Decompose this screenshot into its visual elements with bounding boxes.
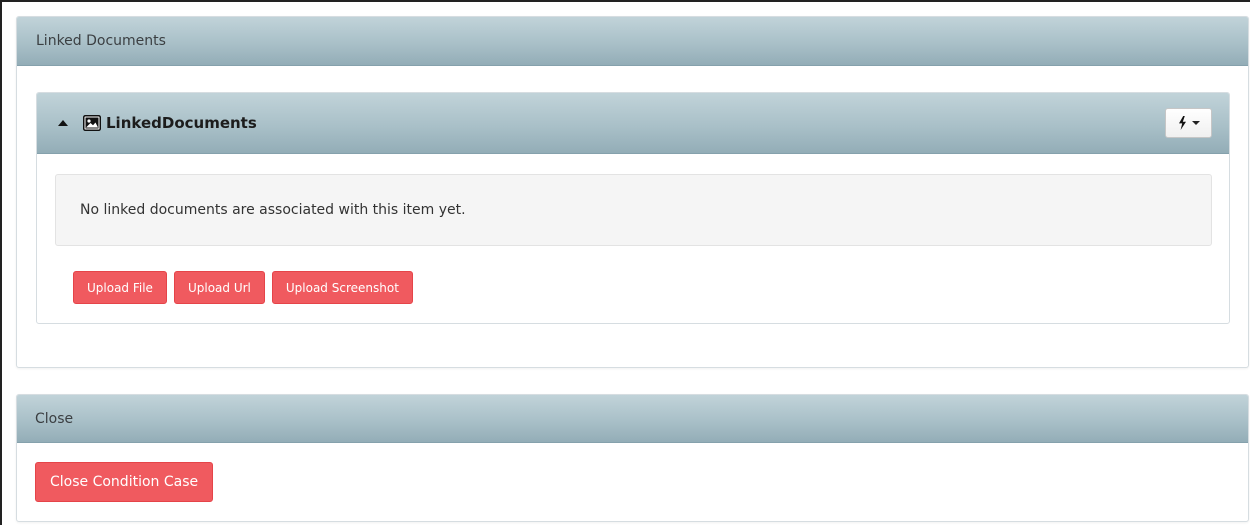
upload-button-row: Upload File Upload Url Upload Screenshot: [73, 271, 413, 304]
upload-file-button[interactable]: Upload File: [73, 271, 167, 304]
close-title: Close: [35, 410, 74, 427]
caret-up-icon[interactable]: [58, 120, 68, 126]
bolt-icon: [1178, 116, 1186, 130]
close-heading: Close: [17, 395, 1248, 443]
linked-documents-title: Linked Documents: [36, 33, 166, 49]
empty-state-message: No linked documents are associated with …: [80, 202, 466, 218]
subpanel-heading: LinkedDocuments: [37, 93, 1229, 154]
upload-url-button[interactable]: Upload Url: [173, 271, 265, 304]
subpanel-title: LinkedDocuments: [106, 114, 257, 132]
linked-documents-panel: Linked Documents LinkedDocuments No link…: [16, 16, 1249, 368]
actions-dropdown-button[interactable]: [1165, 108, 1212, 138]
linked-documents-heading: Linked Documents: [17, 17, 1248, 66]
linked-documents-subpanel: LinkedDocuments No linked documents are …: [36, 92, 1230, 324]
image-icon: [83, 115, 101, 131]
empty-state-well: No linked documents are associated with …: [55, 174, 1212, 246]
chevron-down-icon: [1191, 121, 1200, 125]
close-condition-case-button[interactable]: Close Condition Case: [35, 462, 214, 502]
close-panel: Close Close Condition Case: [16, 394, 1249, 522]
upload-screenshot-button[interactable]: Upload Screenshot: [271, 271, 413, 304]
page-frame: Linked Documents LinkedDocuments No link…: [0, 0, 1250, 525]
